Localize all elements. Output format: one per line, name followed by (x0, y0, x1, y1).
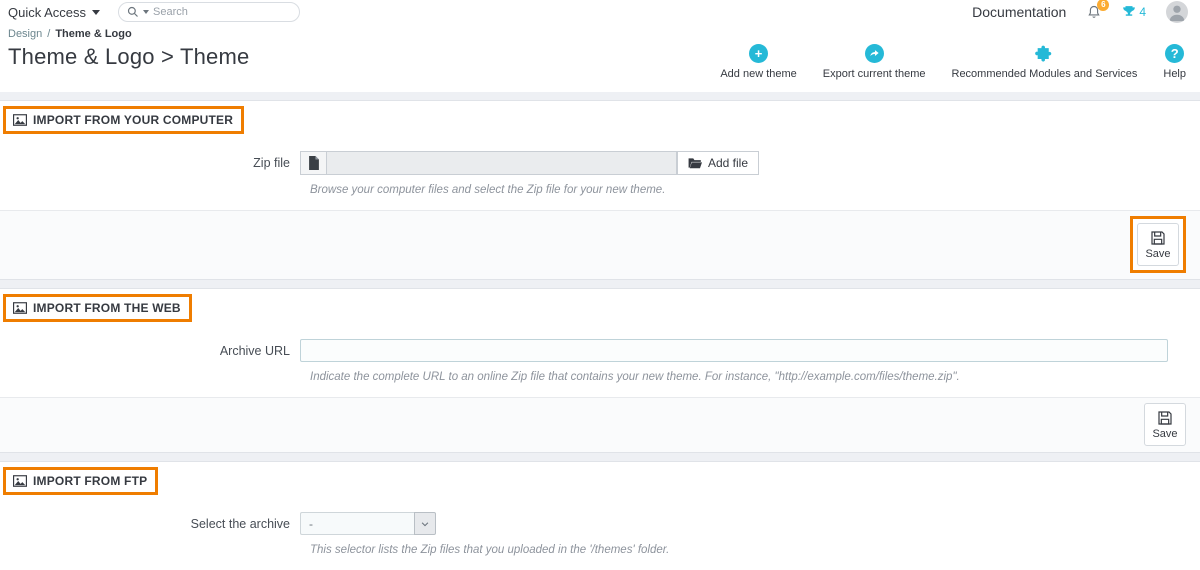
breadcrumb-separator: / (47, 28, 51, 40)
panel-body: Zip file Add file Browse your computer f… (0, 139, 1200, 210)
panel-footer: Save (0, 210, 1200, 279)
panel-body: Select the archive - This selector lists… (0, 500, 1200, 570)
panel-body: Archive URL Indicate the complete URL to… (0, 327, 1200, 397)
save-icon (1157, 410, 1173, 426)
archive-select[interactable]: - (300, 512, 436, 535)
panel-title-highlight: IMPORT FROM THE WEB (3, 294, 192, 322)
archive-select-value: - (300, 512, 414, 535)
select-archive-help: This selector lists the Zip files that y… (310, 544, 670, 556)
image-icon (13, 114, 27, 126)
panel-title-highlight: IMPORT FROM FTP (3, 467, 159, 495)
panel-import-from-ftp: IMPORT FROM FTP Select the archive - Thi… (0, 461, 1200, 570)
export-current-theme-button[interactable]: Export current theme (823, 44, 926, 80)
action-label: Add new theme (720, 68, 797, 80)
select-archive-label: Select the archive (190, 516, 290, 531)
panel-import-from-web: IMPORT FROM THE WEB Archive URL Indicate… (0, 288, 1200, 453)
zip-file-input-group: Add file (300, 151, 760, 175)
panel-header: IMPORT FROM FTP (0, 462, 1200, 500)
panel-header: IMPORT FROM THE WEB (0, 289, 1200, 327)
avatar[interactable] (1166, 1, 1188, 23)
panel-header: IMPORT FROM YOUR COMPUTER (0, 101, 1200, 139)
notification-count-badge: 6 (1097, 0, 1110, 11)
chevron-down-icon (92, 9, 101, 15)
action-label: Export current theme (822, 68, 926, 80)
page-header: Design / Theme & Logo Theme & Logo > The… (0, 24, 1200, 92)
add-new-theme-button[interactable]: + Add new theme (720, 44, 797, 80)
panel-title: IMPORT FROM YOUR COMPUTER (33, 113, 234, 127)
export-arrow-icon (864, 44, 884, 63)
save-button[interactable]: Save (1137, 223, 1179, 266)
page-title: Theme & Logo > Theme (8, 44, 250, 69)
quick-access-menu[interactable]: Quick Access (8, 4, 101, 20)
save-label: Save (1145, 248, 1171, 260)
image-icon (13, 302, 27, 314)
zip-file-help: Browse your computer files and select th… (310, 184, 666, 196)
search-type-chevron-icon[interactable] (143, 10, 150, 14)
folder-open-icon (688, 157, 702, 169)
panel-footer: Save (0, 397, 1200, 452)
archive-url-input[interactable] (300, 339, 1168, 362)
image-icon (13, 475, 27, 487)
quick-access-label: Quick Access (8, 4, 87, 20)
trophy-icon (1122, 5, 1136, 19)
add-file-button[interactable]: Add file (677, 151, 760, 175)
panel-title: IMPORT FROM FTP (33, 474, 148, 488)
file-icon (300, 151, 327, 175)
search-icon (127, 6, 139, 18)
save-button[interactable]: Save (1144, 403, 1186, 446)
help-button[interactable]: ? Help (1163, 44, 1186, 80)
archive-url-label: Archive URL (219, 343, 290, 358)
search-bar[interactable] (118, 2, 301, 22)
header-actions: + Add new theme Export current theme Rec… (720, 44, 1186, 80)
panel-title-highlight: IMPORT FROM YOUR COMPUTER (3, 106, 245, 134)
breadcrumb-parent[interactable]: Design (8, 28, 42, 40)
action-label: Recommended Modules and Services (951, 68, 1138, 80)
documentation-link[interactable]: Documentation (972, 4, 1066, 20)
action-label: Help (1163, 68, 1186, 80)
chevron-down-icon (414, 512, 436, 535)
panel-import-from-computer: IMPORT FROM YOUR COMPUTER Zip file Add f… (0, 100, 1200, 280)
notifications-button[interactable]: 6 (1086, 0, 1110, 21)
zip-file-input[interactable] (327, 151, 677, 175)
breadcrumb-current: Theme & Logo (55, 28, 132, 40)
save-button-highlight: Save (1130, 216, 1186, 273)
save-label: Save (1152, 428, 1178, 440)
main-content: IMPORT FROM YOUR COMPUTER Zip file Add f… (0, 92, 1200, 570)
panel-title: IMPORT FROM THE WEB (33, 301, 181, 315)
add-file-label: Add file (708, 156, 749, 170)
search-input[interactable] (153, 6, 296, 18)
trophy-count: 4 (1139, 5, 1146, 19)
recommended-modules-button[interactable]: Recommended Modules and Services (951, 44, 1138, 80)
plus-circle-icon: + (749, 44, 769, 63)
zip-file-label: Zip file (253, 156, 290, 170)
breadcrumb: Design / Theme & Logo (8, 28, 1186, 40)
achievements-button[interactable]: 4 (1122, 5, 1146, 19)
archive-url-help: Indicate the complete URL to an online Z… (310, 371, 960, 383)
topbar: Quick Access Documentation 6 4 (0, 0, 1200, 24)
save-icon (1150, 230, 1166, 246)
help-icon: ? (1165, 44, 1185, 63)
puzzle-icon (1034, 44, 1054, 63)
